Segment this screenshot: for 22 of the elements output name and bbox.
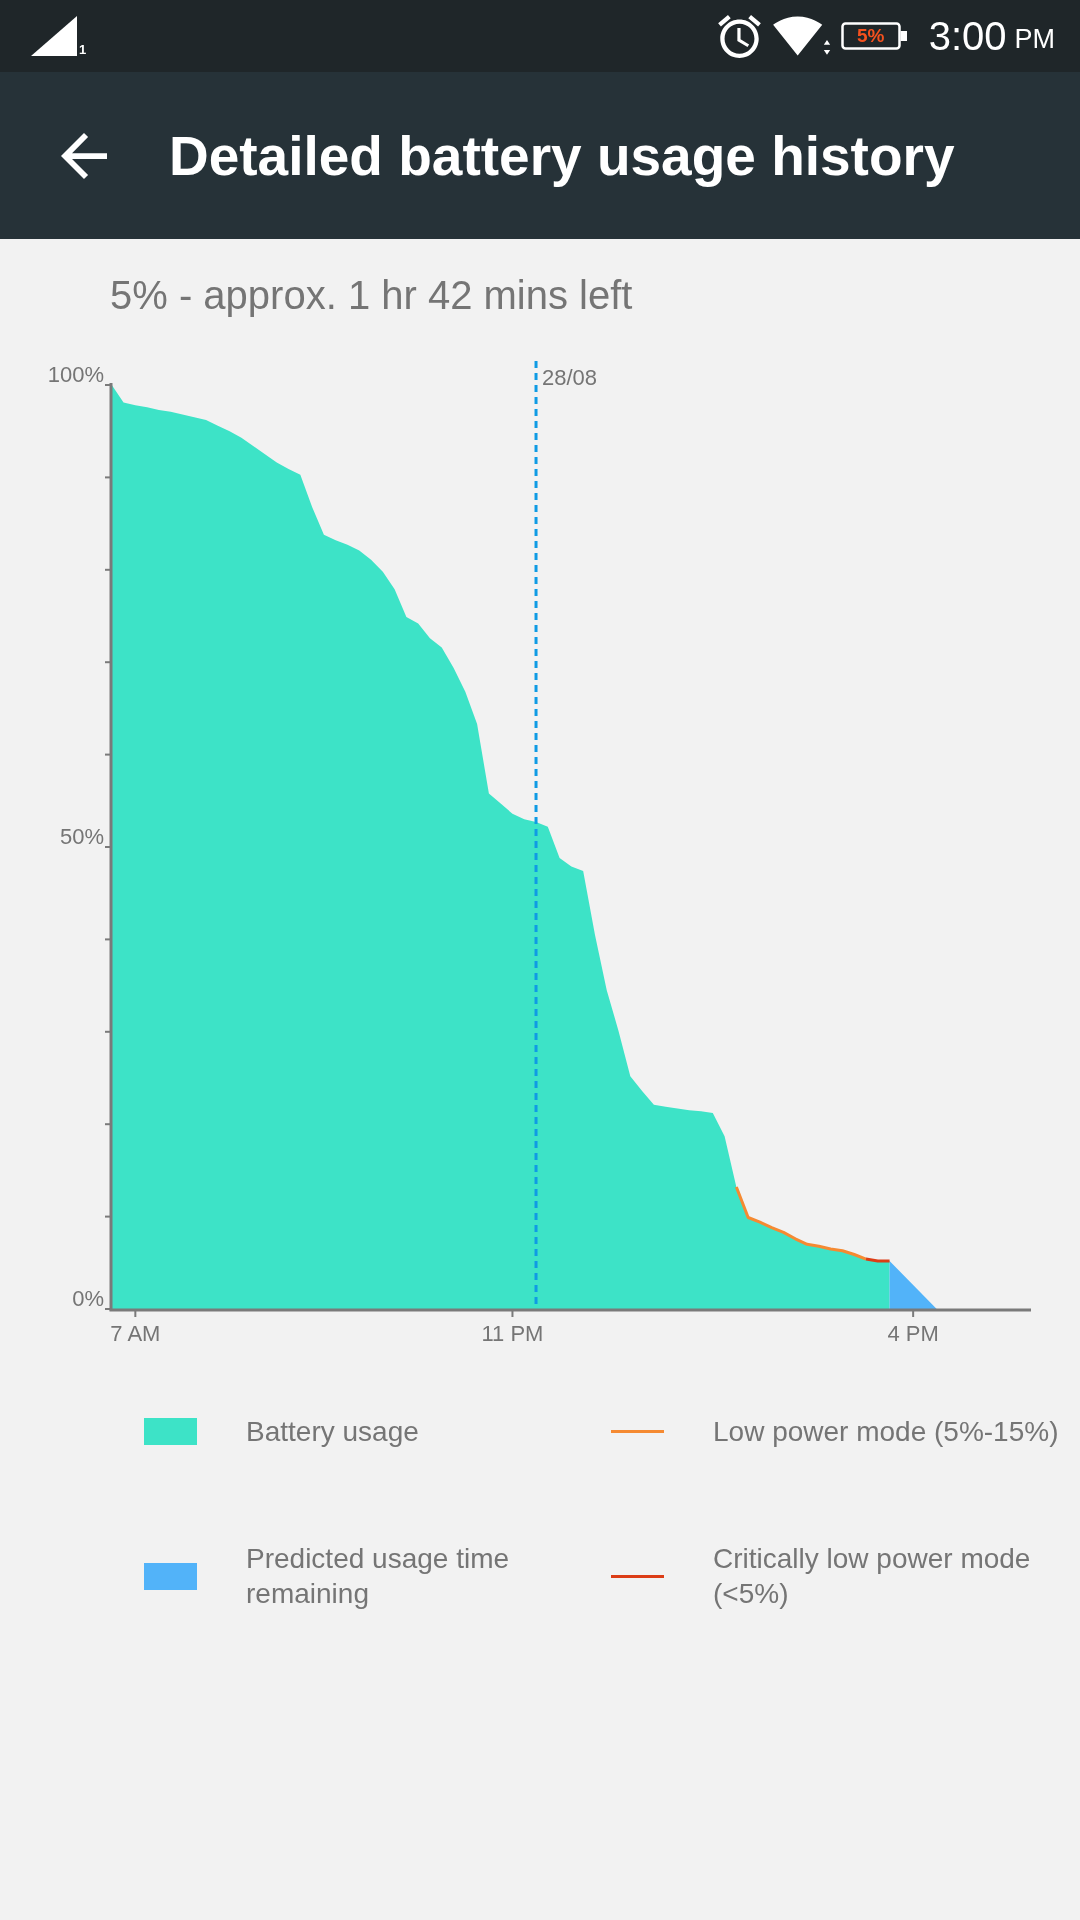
y-axis-label: 50% bbox=[59, 824, 104, 849]
wifi-icon bbox=[772, 16, 831, 56]
x-axis-label: 7 AM bbox=[110, 1321, 161, 1346]
legend-label: Low power mode (5%-15%) bbox=[713, 1415, 1060, 1449]
legend-label: Critically low power mode (<5%) bbox=[713, 1542, 1032, 1611]
legend-label: Battery usage bbox=[246, 1415, 420, 1449]
legend-label: Predicted usage time remaining bbox=[246, 1542, 511, 1611]
screen-title: Detailed battery usage history bbox=[169, 123, 955, 188]
signal-icon bbox=[31, 16, 77, 56]
clock-time: 3:00 bbox=[928, 14, 1007, 58]
battery-icon bbox=[840, 22, 907, 50]
y-axis-label: 100% bbox=[47, 362, 104, 387]
battery-estimate-text: 5% - approx. 1 hr 42 mins left bbox=[110, 273, 633, 317]
date-marker-label: 28/08 bbox=[542, 365, 598, 390]
clock-period: PM bbox=[1014, 24, 1055, 54]
x-axis-label: 11 PM bbox=[481, 1321, 544, 1346]
y-axis-label: 0% bbox=[72, 1286, 104, 1311]
back-arrow-icon bbox=[61, 132, 107, 179]
x-axis-label: 4 PM bbox=[887, 1321, 939, 1346]
alarm-clock-icon bbox=[717, 14, 761, 58]
battery-percent-label: 5% bbox=[856, 26, 885, 46]
sim-slot-label: 1 bbox=[79, 43, 87, 56]
